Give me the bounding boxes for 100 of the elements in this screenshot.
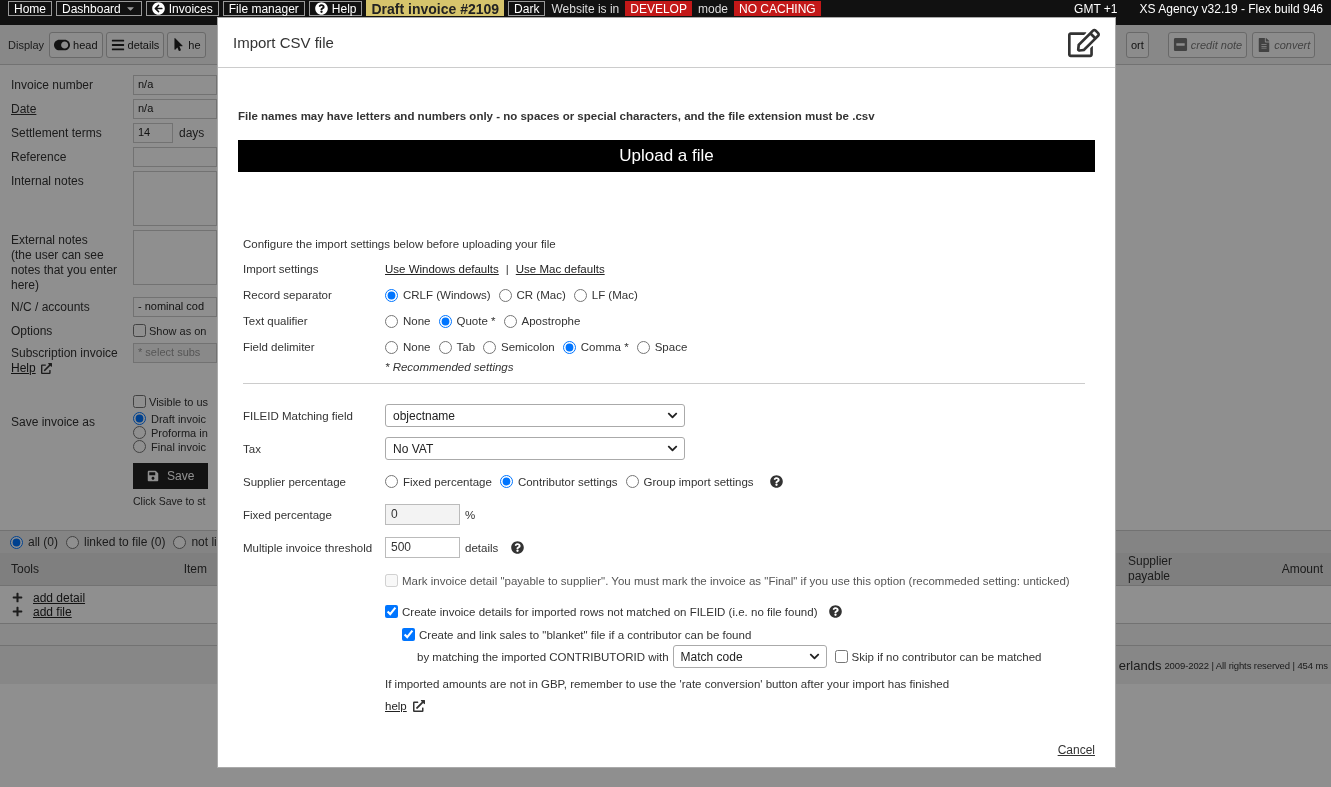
checkbox[interactable] — [133, 395, 146, 408]
status-badge: DEVELOP — [625, 1, 692, 16]
toolbar-label: Display — [8, 38, 45, 51]
select-field[interactable]: - nominal cod — [133, 297, 217, 317]
match-label: by matching the imported CONTRIBUTORID with — [416, 650, 669, 663]
radio-button[interactable] — [503, 314, 517, 328]
radio-label: LF (Mac) — [591, 289, 638, 301]
nav-button[interactable]: Invoices — [145, 1, 219, 16]
toolbar-button[interactable]: he — [167, 31, 206, 58]
radio-button[interactable] — [562, 340, 576, 354]
radio-button[interactable] — [133, 440, 146, 453]
setting-label: Field delimiter — [243, 341, 316, 353]
hint-text: Click Save to st — [133, 495, 207, 507]
select-field[interactable]: Match code — [672, 645, 827, 668]
text-field[interactable]: 500 — [385, 537, 460, 558]
toolbar-button[interactable]: ort — [1126, 31, 1149, 58]
radio-label: CRLF (Windows) — [403, 289, 491, 301]
field-label: External notes — [11, 233, 89, 248]
help-link[interactable]: help — [385, 700, 407, 712]
select-field[interactable]: No VAT — [385, 437, 685, 460]
radio-button[interactable] — [66, 535, 79, 549]
radio-button[interactable] — [625, 475, 639, 488]
cancel-link[interactable]: Cancel — [1057, 743, 1095, 757]
checkbox[interactable] — [133, 324, 146, 337]
radio-label: Space — [654, 341, 688, 353]
radio-label: Draft invoic — [151, 412, 207, 425]
radio-button[interactable] — [438, 314, 452, 328]
header-info: GMT +1 — [1074, 2, 1118, 16]
footer-text: erlands — [1118, 657, 1162, 673]
save-button[interactable]: Save — [133, 463, 209, 489]
setting-label: Text qualifier — [243, 315, 309, 327]
dialog-title: Import CSV file — [233, 34, 334, 51]
nav-button[interactable]: Dashboard — [56, 1, 142, 16]
radio-button[interactable] — [385, 340, 398, 354]
status-badge: NO CACHING — [734, 1, 821, 16]
radio-button[interactable] — [385, 475, 398, 488]
setting-label: Record separator — [243, 289, 333, 301]
radio-button[interactable] — [499, 475, 513, 488]
upload-button[interactable]: Upload a file — [238, 140, 1095, 172]
field-label: Save invoice as — [11, 415, 97, 430]
setting-label: FILEID Matching field — [243, 409, 354, 422]
text-field[interactable]: 14 — [133, 123, 173, 143]
chevron-down-icon — [667, 410, 678, 421]
page-title: Draft invoice #2109 — [366, 0, 505, 16]
radio-button[interactable] — [498, 288, 512, 302]
radio-label: all (0) — [28, 535, 58, 549]
field-label[interactable]: Date — [11, 102, 133, 117]
checkbox[interactable] — [385, 605, 398, 618]
nav-button[interactable]: Home — [8, 1, 52, 16]
checkbox-label: Create and link sales to "blanket" file if a contributor can be found — [419, 628, 752, 641]
radio-button[interactable] — [636, 340, 650, 354]
checkbox-label: Skip if no contributor can be matched — [851, 650, 1042, 663]
radio-label: Apostrophe — [521, 315, 581, 327]
settings-link[interactable]: Use Windows defaults — [385, 263, 499, 275]
list-icon — [110, 37, 125, 52]
checkbox[interactable] — [402, 628, 415, 641]
notes-field[interactable] — [133, 230, 217, 285]
radio-button[interactable] — [483, 340, 497, 354]
toolbar-button[interactable]: head — [49, 31, 103, 58]
nav-button[interactable]: Help — [308, 1, 363, 16]
radio-button[interactable] — [385, 288, 398, 302]
intro-text: Configure the import settings below before uploading your file — [243, 238, 557, 250]
radio-button[interactable] — [173, 535, 187, 549]
radio-label: Tab — [456, 341, 476, 353]
footer-text: 2009-2022 | All rights reserved | 454 ms — [1164, 659, 1328, 671]
setting-label: Fixed percentage — [243, 508, 333, 521]
radio-button[interactable] — [573, 288, 587, 302]
radio-button[interactable] — [133, 426, 146, 439]
document-icon — [1257, 37, 1272, 52]
text-field[interactable] — [133, 147, 217, 167]
minus-icon — [1172, 37, 1188, 52]
text-field[interactable]: n/a — [133, 99, 217, 119]
plus-icon — [12, 592, 23, 603]
nav-button[interactable]: File manager — [222, 1, 305, 16]
settings-link[interactable]: Use Mac defaults — [515, 263, 605, 275]
radio-button[interactable] — [133, 412, 146, 425]
checkbox[interactable] — [834, 650, 848, 663]
header-info: XS Agency v32.19 - Flex build 946 — [1139, 2, 1323, 16]
radio-button[interactable] — [385, 314, 398, 328]
checkbox-label: Mark invoice detail "payable to supplier". You must mark the invoice as "Final" if you use this option (recommeded setting: unticked) — [402, 574, 1070, 587]
nav-button[interactable]: Dark — [508, 1, 546, 16]
add-link[interactable]: add file — [33, 604, 72, 619]
recommended-note: * Recommended settings — [384, 361, 515, 373]
notes-field[interactable] — [133, 171, 217, 226]
field-label: Subscription invoice — [11, 346, 119, 361]
unit-label: % — [465, 508, 476, 521]
toolbar-button[interactable]: details — [105, 31, 165, 58]
radio-label: not li — [191, 535, 217, 549]
select-field[interactable]: objectname — [385, 404, 685, 427]
setting-label: Import settings — [243, 263, 320, 275]
radio-button[interactable] — [10, 535, 23, 549]
text-field[interactable]: n/a — [133, 75, 217, 95]
field-label: Internal notes — [11, 174, 85, 189]
radio-label: linked to file (0) — [84, 535, 166, 549]
help-link[interactable]: Help — [11, 361, 36, 376]
chevron-down-icon — [667, 443, 678, 454]
add-link[interactable]: add detail — [33, 590, 86, 605]
radio-button[interactable] — [438, 340, 452, 354]
radio-label: None — [403, 315, 431, 327]
radio-label: Semicolon — [501, 341, 555, 353]
